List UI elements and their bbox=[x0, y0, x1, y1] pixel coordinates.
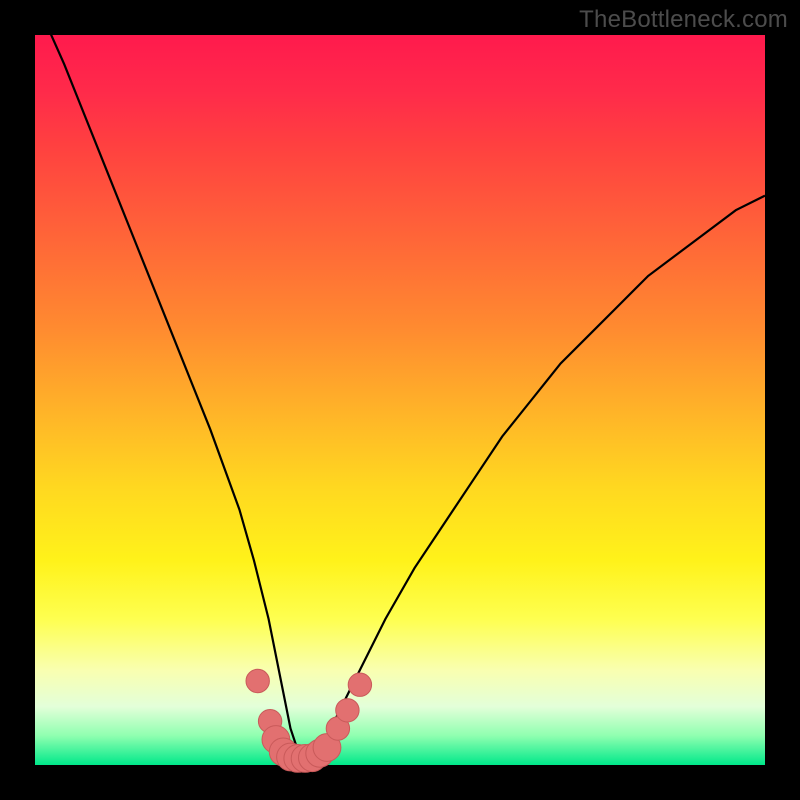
watermark-text: TheBottleneck.com bbox=[579, 6, 788, 34]
bottleneck-curve bbox=[35, 0, 765, 758]
curve-marker bbox=[336, 699, 359, 722]
curve-markers bbox=[246, 669, 372, 772]
curve-marker bbox=[246, 669, 269, 692]
chart-overlay bbox=[35, 35, 765, 765]
chart-frame: TheBottleneck.com bbox=[0, 0, 800, 800]
curve-marker bbox=[348, 673, 371, 696]
